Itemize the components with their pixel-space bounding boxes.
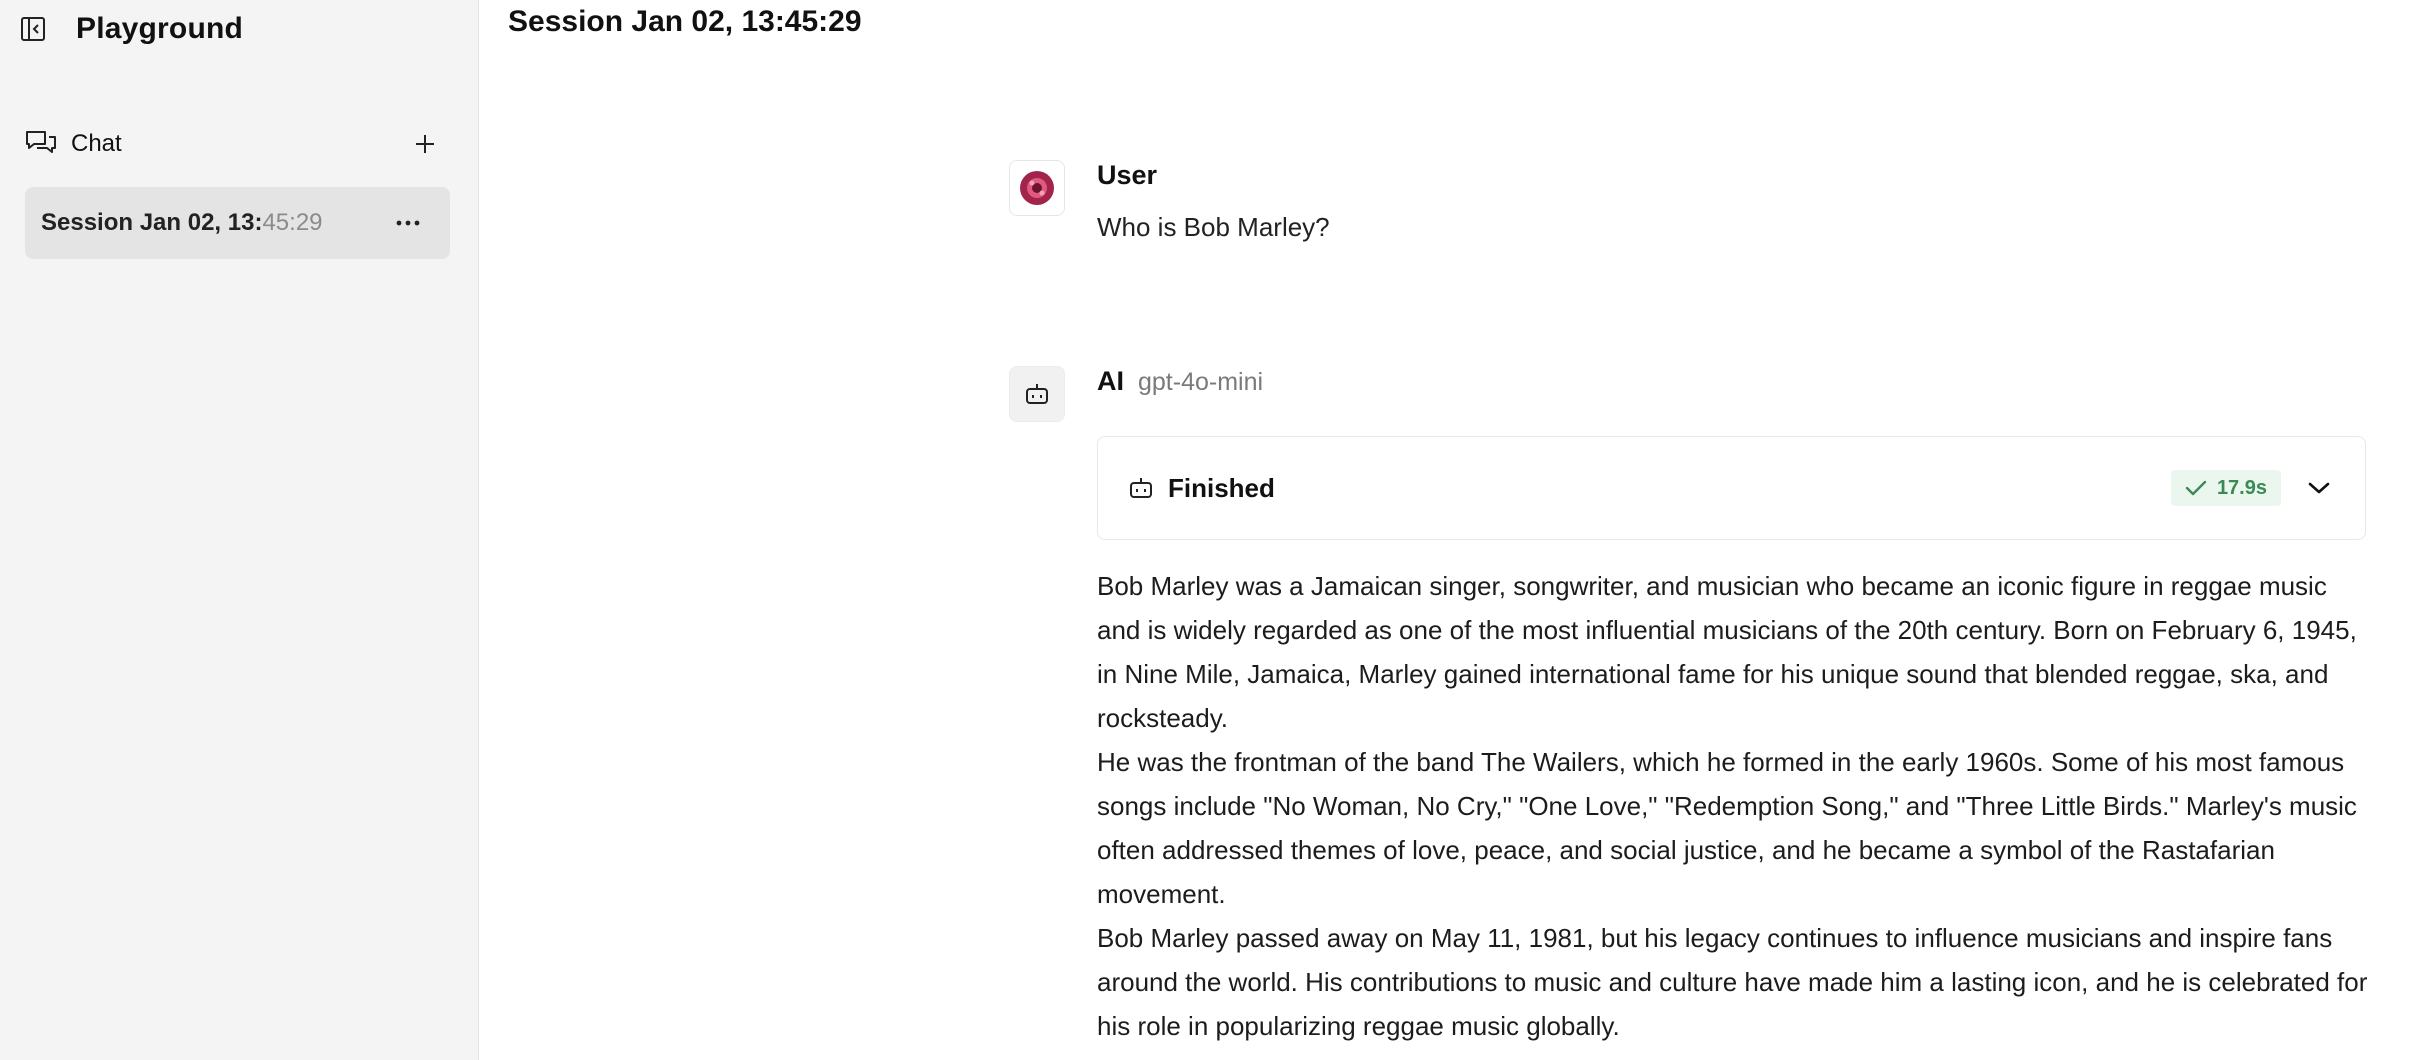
response-paragraph: He was the frontman of the band The Wail… <box>1097 747 2357 909</box>
new-chat-button[interactable] <box>407 126 443 162</box>
duration-value: 17.9s <box>2216 476 2267 499</box>
ai-avatar <box>1009 366 1065 422</box>
run-status-label: Finished <box>1168 472 1275 503</box>
sidebar-collapse-button[interactable] <box>18 14 48 44</box>
ai-name: AI <box>1097 366 1124 396</box>
sidebar-collapse-icon <box>21 17 45 41</box>
chat-icon <box>26 131 56 153</box>
message-author: User <box>1097 160 1158 190</box>
check-icon <box>2185 480 2207 496</box>
duration-badge: 17.9s <box>2170 470 2281 506</box>
session-label-main: Session Jan 02, 13: <box>41 209 263 236</box>
page-title: Session Jan 02, 13:45:29 <box>508 5 862 38</box>
response-paragraph: Bob Marley was a Jamaican singer, songwr… <box>1097 571 2357 733</box>
session-item[interactable]: Session Jan 02, 13:45:29 <box>25 187 450 259</box>
run-status-card: Finished 17.9s <box>1097 436 2366 540</box>
message-author: AI gpt-4o-mini <box>1097 366 1263 397</box>
bot-icon <box>1026 384 1048 404</box>
expand-details-button[interactable] <box>2299 468 2339 508</box>
user-message-text: Who is Bob Marley? <box>1097 212 1330 242</box>
bot-icon <box>1130 478 1152 498</box>
sidebar-header: Playground <box>18 12 243 46</box>
chat-label: Chat <box>71 130 122 157</box>
more-horizontal-icon <box>396 220 420 226</box>
plus-icon <box>416 135 434 153</box>
session-label-faded: 45:29 <box>262 209 323 236</box>
main-panel: Session Jan 02, 13:45:29 User Who is Bob… <box>479 0 2428 1060</box>
model-name: gpt-4o-mini <box>1138 368 1264 396</box>
app-title: Playground <box>76 12 244 45</box>
user-message: User Who is Bob Marley? <box>1009 160 2309 270</box>
ai-response: Bob Marley was a Jamaican singer, songwr… <box>1097 564 2372 1048</box>
chat-section-header: Chat <box>25 124 443 164</box>
ai-message: AI gpt-4o-mini Finished 17.9s Bob Marley… <box>1009 366 2367 1056</box>
session-item-label: Session Jan 02, 13:45:29 <box>41 209 323 237</box>
response-paragraph: Bob Marley passed away on May 11, 1981, … <box>1097 923 2368 1041</box>
user-avatar-icon <box>1020 171 1054 205</box>
sidebar: Playground Chat Session Jan 02, 13:45:29 <box>0 0 479 1060</box>
chevron-down-icon <box>2308 482 2330 494</box>
session-options-button[interactable] <box>390 205 426 241</box>
avatar <box>1009 160 1065 216</box>
